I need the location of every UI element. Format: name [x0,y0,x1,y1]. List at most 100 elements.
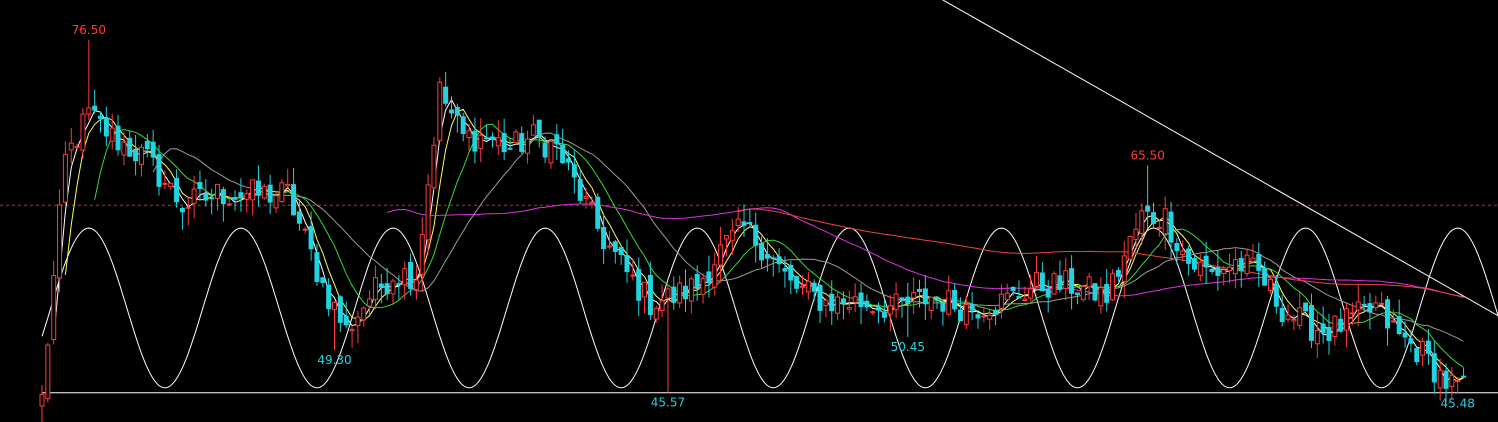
candle-body [267,184,273,203]
candle [969,292,975,321]
candle [109,113,115,150]
candle [946,275,952,317]
candle [998,284,1004,319]
candle-body [735,218,741,227]
candle-body [337,296,343,323]
candle-body [770,257,776,260]
candle-body [150,141,156,158]
candle [647,261,653,320]
candle-body [1191,258,1197,270]
candle [618,245,624,265]
candle [1133,212,1139,249]
candle-body [1385,299,1390,329]
candle-body [1028,288,1034,299]
candle-body [560,144,566,164]
candle-body [355,316,361,327]
candles-layer [39,39,1467,422]
candle-body [244,193,250,200]
candle-body [437,81,443,142]
candle-body [1004,292,1010,301]
candle [308,211,314,261]
candle [1338,308,1344,333]
candle [1191,254,1197,273]
candle [244,189,250,213]
candle-body [1074,292,1080,295]
candle [1156,219,1162,237]
candle [1344,303,1350,348]
candle [279,179,285,204]
candle [1291,314,1297,331]
candle-body [273,195,279,209]
cycle-wave-layer [41,227,1498,389]
candle [144,134,150,158]
candle-body [1139,210,1145,234]
candle-body [209,197,215,200]
candle-body [390,280,396,295]
candle [963,295,969,330]
candle-body [1297,307,1303,326]
candle [92,89,98,114]
candle [1016,280,1022,299]
candle-body [1396,316,1402,335]
candle [507,137,513,150]
candle-body [554,134,560,145]
candle [80,107,86,159]
candle [899,297,905,318]
candle-body [601,226,607,250]
candle-body [1332,315,1338,338]
candle-body [642,281,648,298]
candle [519,126,525,154]
candle [384,267,390,301]
reference-layer [0,204,1498,394]
candle-body [887,305,893,315]
candle [776,248,782,273]
candle [326,278,332,317]
candle-body [659,300,665,311]
candle-body [665,288,671,299]
candle [846,290,852,314]
candle-body [583,196,589,200]
candle-body [1010,286,1016,292]
candle-body [57,204,63,279]
candle-body [1291,318,1297,322]
candle [1379,291,1385,306]
candle [922,275,928,321]
candle-body [718,244,724,266]
candle [1162,196,1168,251]
candle-body [525,138,531,154]
candle [887,294,893,332]
candle-body [507,147,513,150]
candle [466,123,472,151]
candle [536,119,542,148]
candle-body [975,314,981,319]
candle [1314,312,1320,359]
candle-body [308,226,314,250]
candle-body [185,206,191,209]
ma-10-line [94,123,1464,368]
candle [1256,242,1262,288]
candle [858,283,864,325]
candle-body [513,131,519,144]
candle-body [1250,257,1256,263]
candle-body [378,283,384,288]
candle [1098,277,1104,314]
candle [1121,241,1127,299]
candle-body [870,311,876,314]
candle-body [1273,284,1279,307]
candle [45,342,51,403]
candle-body [624,255,630,273]
candle [1051,271,1057,295]
candle [285,169,291,188]
price-label-low: 50.45 [891,340,925,354]
candle [133,134,139,176]
candle-body [706,271,712,284]
candle-body [197,181,203,190]
candle-body [1314,329,1320,345]
candle-body [700,278,706,296]
candle-body [571,164,577,178]
candle [484,124,490,141]
candlestick-chart: 76.50 49.30 45.57 50.45 65.50 45.48 [0,0,1498,422]
candle-body [899,297,905,301]
candle [1238,250,1244,288]
candle [805,271,811,300]
